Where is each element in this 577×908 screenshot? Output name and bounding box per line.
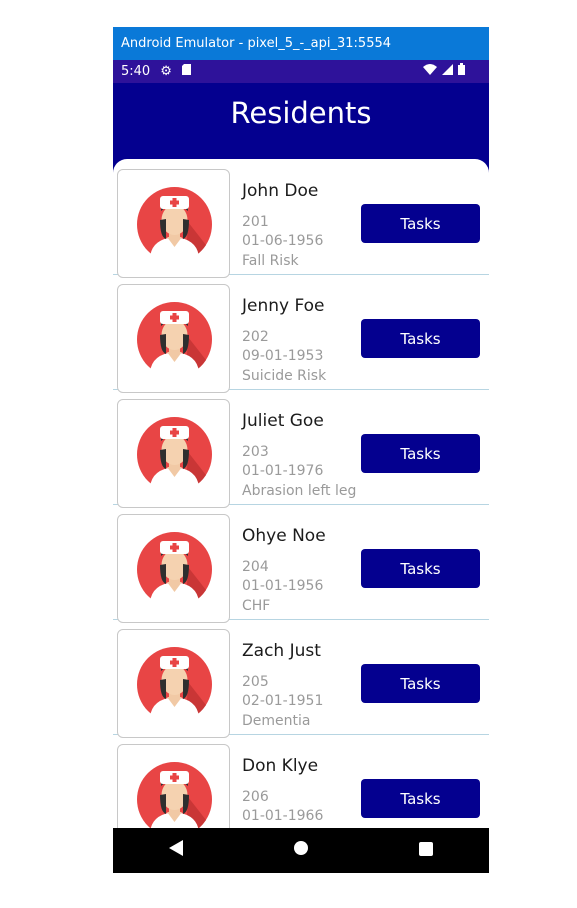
residents-list[interactable]: John Doe 201 01-06-1956 Fall Risk Tasks … xyxy=(113,159,489,828)
resident-name: Don Klye xyxy=(242,756,319,776)
resident-room: 202 xyxy=(242,329,269,345)
tasks-button[interactable]: Tasks xyxy=(361,664,480,703)
resident-note: Suicide Risk xyxy=(242,368,327,384)
tasks-button[interactable]: Tasks xyxy=(361,319,480,358)
resident-photo xyxy=(117,169,230,278)
clock: 5:40 xyxy=(121,64,151,79)
wifi-icon xyxy=(423,60,437,83)
resident-row[interactable]: Juliet Goe 203 01-01-1976 Abrasion left … xyxy=(113,389,489,508)
resident-row[interactable]: Ohye Noe 204 01-01-1956 CHF Tasks xyxy=(113,504,489,623)
resident-room: 205 xyxy=(242,674,269,690)
resident-photo xyxy=(117,629,230,738)
resident-note: Fall Risk xyxy=(242,253,299,269)
tasks-button[interactable]: Tasks xyxy=(361,549,480,588)
resident-dob: 01-01-1966 xyxy=(242,808,324,824)
window-title-bar[interactable]: Android Emulator - pixel_5_-_api_31:5554 xyxy=(113,27,489,60)
resident-dob: 01-01-1956 xyxy=(242,578,324,594)
gear-icon: ⚙ xyxy=(160,64,172,79)
resident-name: John Doe xyxy=(242,181,319,201)
recents-square-icon[interactable] xyxy=(406,840,446,861)
resident-dob: 02-01-1951 xyxy=(242,693,324,709)
tasks-button[interactable]: Tasks xyxy=(361,434,480,473)
resident-row[interactable]: Jenny Foe 202 09-01-1953 Suicide Risk Ta… xyxy=(113,274,489,393)
status-bar: 5:40 ⚙ xyxy=(113,60,489,83)
signal-icon xyxy=(442,60,453,83)
tasks-button[interactable]: Tasks xyxy=(361,779,480,818)
resident-name: Jenny Foe xyxy=(242,296,325,316)
emulator-window: Android Emulator - pixel_5_-_api_31:5554… xyxy=(113,27,489,873)
resident-name: Ohye Noe xyxy=(242,526,326,546)
resident-name: Juliet Goe xyxy=(242,411,324,431)
resident-row[interactable]: Zach Just 205 02-01-1951 Dementia Tasks xyxy=(113,619,489,738)
resident-room: 206 xyxy=(242,789,269,805)
resident-row[interactable]: John Doe 201 01-06-1956 Fall Risk Tasks xyxy=(113,159,489,278)
resident-photo xyxy=(117,744,230,828)
sd-card-icon xyxy=(181,60,191,83)
resident-dob: 01-06-1956 xyxy=(242,233,324,249)
resident-photo xyxy=(117,284,230,393)
tasks-button[interactable]: Tasks xyxy=(361,204,480,243)
resident-dob: 09-01-1953 xyxy=(242,348,324,364)
home-circle-icon[interactable] xyxy=(281,840,321,861)
resident-name: Zach Just xyxy=(242,641,321,661)
resident-room: 203 xyxy=(242,444,269,460)
resident-note: Abrasion left leg xyxy=(242,483,357,499)
android-nav-bar xyxy=(113,828,489,873)
resident-dob: 01-01-1976 xyxy=(242,463,324,479)
resident-note: CHF xyxy=(242,598,271,614)
battery-icon xyxy=(458,60,465,83)
resident-room: 201 xyxy=(242,214,269,230)
resident-note: Dementia xyxy=(242,713,311,729)
window-title: Android Emulator - pixel_5_-_api_31:5554 xyxy=(121,36,392,51)
resident-room: 204 xyxy=(242,559,269,575)
back-triangle-icon[interactable] xyxy=(156,840,196,861)
resident-photo xyxy=(117,514,230,623)
resident-row[interactable]: Don Klye 206 01-01-1966 Tasks xyxy=(113,734,489,828)
page-title: Residents xyxy=(230,96,372,130)
resident-photo xyxy=(117,399,230,508)
